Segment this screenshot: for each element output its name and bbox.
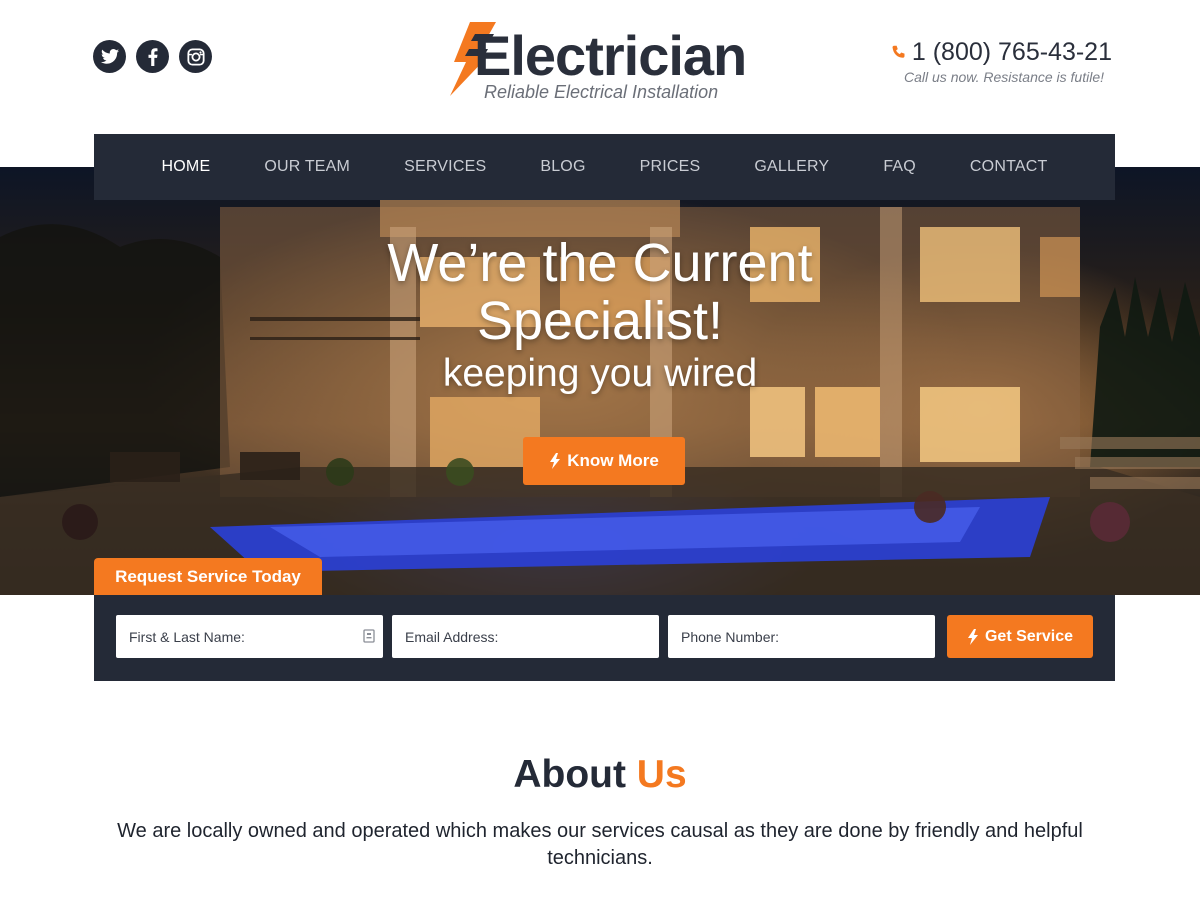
nav-item-blog[interactable]: BLOG	[540, 158, 585, 176]
nav-item-services[interactable]: SERVICES	[404, 158, 486, 176]
know-more-label: Know More	[567, 451, 659, 470]
email-field[interactable]: Email Address:	[392, 615, 659, 658]
nav-item-faq[interactable]: FAQ	[883, 158, 916, 176]
hero-subtitle: keeping you wired	[442, 352, 758, 395]
phone-field[interactable]: Phone Number:	[668, 615, 935, 658]
request-service-tab: Request Service Today	[94, 558, 322, 596]
name-placeholder: First & Last Name:	[129, 628, 245, 645]
hero-title-line2: Specialist!	[476, 291, 724, 351]
facebook-icon[interactable]	[136, 40, 169, 73]
know-more-button[interactable]: Know More	[523, 437, 685, 485]
hero-title-line1: We’re the Current	[387, 233, 813, 293]
get-service-button[interactable]: Get Service	[947, 615, 1093, 658]
nav-item-contact[interactable]: CONTACT	[970, 158, 1048, 176]
site-header: Electrician Reliable Electrical Installa…	[0, 0, 1200, 134]
phone-placeholder: Phone Number:	[681, 628, 780, 645]
contact-card-icon	[363, 629, 375, 643]
get-service-label: Get Service	[984, 627, 1074, 645]
nav-item-gallery[interactable]: GALLERY	[754, 158, 829, 176]
hero-banner: We’re the Current Specialist! keeping yo…	[0, 167, 1200, 595]
logo-title: Electrician	[474, 24, 747, 87]
lightning-bolt-icon	[550, 453, 561, 469]
phone-row: 1 (800) 765-43-21	[891, 37, 1112, 67]
name-field[interactable]: First & Last Name:	[116, 615, 383, 658]
phone-note: Call us now. Resistance is futile!	[904, 69, 1104, 85]
request-service-form: First & Last Name: Email Address: Phone …	[94, 595, 1115, 681]
about-title: About Us	[0, 752, 1200, 798]
hero-text: We’re the Current Specialist! keeping yo…	[0, 234, 1200, 396]
phone-icon	[892, 45, 905, 58]
social-links	[93, 40, 212, 73]
about-title-part1: About	[513, 753, 626, 796]
lightning-bolt-icon	[967, 628, 978, 645]
nav-item-prices[interactable]: PRICES	[640, 158, 701, 176]
main-nav: HOME OUR TEAM SERVICES BLOG PRICES GALLE…	[94, 134, 1115, 200]
logo-subtitle: Reliable Electrical Installation	[484, 82, 719, 102]
phone-number[interactable]: 1 (800) 765-43-21	[912, 37, 1112, 67]
nav-item-our-team[interactable]: OUR TEAM	[264, 158, 350, 176]
about-text: We are locally owned and operated which …	[117, 820, 1083, 869]
twitter-icon[interactable]	[93, 40, 126, 73]
nav-item-home[interactable]: HOME	[162, 158, 211, 176]
instagram-icon[interactable]	[179, 40, 212, 73]
site-logo[interactable]: Electrician Reliable Electrical Installa…	[446, 20, 766, 105]
header-contact: 1 (800) 765-43-21 Call us now. Resistanc…	[891, 37, 1112, 85]
about-title-accent: Us	[636, 753, 687, 796]
email-placeholder: Email Address:	[405, 628, 499, 645]
